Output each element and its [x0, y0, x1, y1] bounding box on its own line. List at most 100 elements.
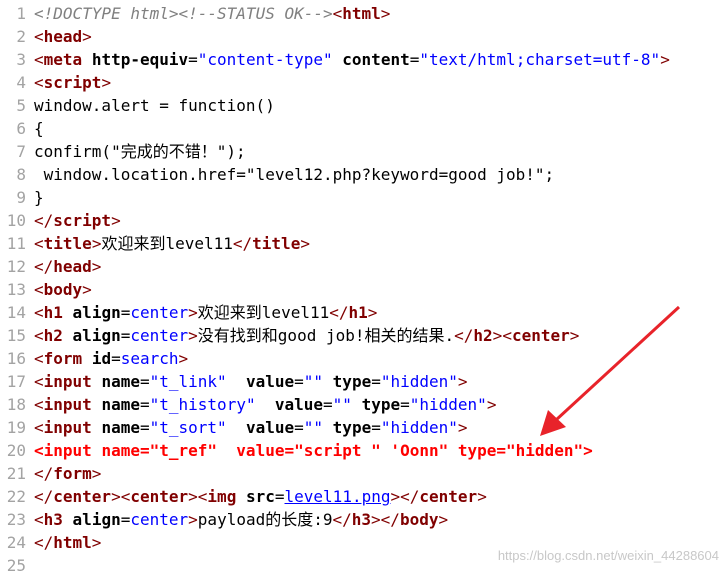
code-line: 1 <!DOCTYPE html><!--STATUS OK--><html>	[0, 2, 727, 25]
code-token: =	[120, 326, 131, 345]
code-line: 19 <input name="t_sort" value="" type="hi…	[0, 416, 727, 439]
line-number: 5	[16, 96, 26, 115]
line-number: 3	[16, 50, 26, 69]
line-number: 17	[6, 372, 26, 391]
code-token: confirm("完成的不错！");	[34, 142, 246, 161]
code-token: form	[43, 349, 83, 368]
line-code: <input name="t_link" value="" type="hidd…	[34, 370, 468, 393]
code-token: </	[34, 533, 54, 552]
line-code: </script>	[34, 209, 121, 232]
code-token: window.location.href="level12.php?keywor…	[34, 165, 555, 184]
code-line: 3 <meta http-equiv="content-type" content…	[0, 48, 727, 71]
code-line: 5 window.alert = function()	[0, 94, 727, 117]
code-line: 10 </script>	[0, 209, 727, 232]
code-token: <	[34, 510, 44, 529]
line-number: 14	[6, 303, 26, 322]
line-code: <h1 align=center>欢迎来到level11</h1>	[34, 301, 377, 324]
code-token: <	[34, 280, 44, 299]
code-token: ""	[303, 372, 324, 391]
code-token: h2	[43, 326, 63, 345]
code-token: "hidden"	[380, 372, 458, 391]
line-number: 8	[16, 165, 26, 184]
line-number: 6	[16, 119, 26, 138]
code-token: >	[477, 487, 487, 506]
code-token: h3	[43, 510, 63, 529]
line-code: <input name="t_history" value="" type="h…	[34, 393, 496, 416]
line-code: window.alert = function()	[34, 94, 275, 117]
code-token: script	[43, 73, 102, 92]
code-token: =	[323, 395, 333, 414]
code-token: center	[130, 510, 189, 529]
line-number: 22	[6, 487, 26, 506]
line-code: </head>	[34, 255, 101, 278]
code-token: h1	[348, 303, 368, 322]
code-token: h1	[43, 303, 63, 322]
line-number: 2	[16, 27, 26, 46]
code-token: <	[120, 487, 131, 506]
code-token: =	[400, 395, 410, 414]
code-token: <	[34, 27, 44, 46]
line-code: <!DOCTYPE html><!--STATUS OK--><html>	[34, 2, 390, 25]
line-code: <input name="t_ref" value="script " 'Oon…	[34, 439, 593, 462]
code-token: align	[72, 510, 121, 529]
line-code: <script>	[34, 71, 111, 94]
code-token: </	[332, 510, 352, 529]
code-token: window.alert = function()	[34, 96, 275, 115]
line-number: 21	[6, 464, 26, 483]
code-token: http-equiv	[91, 50, 189, 69]
code-token: =	[139, 372, 150, 391]
code-line: 23 <h3 align=center>payload的长度:9</h3></bo…	[0, 508, 727, 531]
code-token: >	[457, 372, 468, 391]
code-token: >	[188, 326, 198, 345]
code-token: >	[492, 326, 503, 345]
line-number: 16	[6, 349, 26, 368]
line-code: <h3 align=center>payload的长度:9</h3></body…	[34, 508, 448, 531]
line-number: 24	[6, 533, 26, 552]
code-token: =	[371, 372, 381, 391]
code-token: >	[82, 27, 92, 46]
code-token: >	[300, 234, 310, 253]
code-token: type	[457, 441, 497, 460]
code-token: value	[236, 441, 285, 460]
code-token: body	[399, 510, 439, 529]
line-number: 19	[6, 418, 26, 437]
code-token: "t_sort"	[149, 418, 227, 437]
line-number: 12	[6, 257, 26, 276]
code-editor[interactable]: 1 <!DOCTYPE html><!--STATUS OK--><html> 2 <…	[0, 0, 727, 575]
line-code: confirm("完成的不错！");	[34, 140, 246, 163]
line-number: 9	[16, 188, 26, 207]
code-token: form	[53, 464, 92, 483]
code-token: center	[130, 303, 189, 322]
code-token: "hidden"	[380, 418, 458, 437]
code-token: <	[34, 418, 44, 437]
code-token: <	[34, 50, 44, 69]
code-token: =	[409, 50, 420, 69]
code-token: head	[43, 27, 83, 46]
code-token: 欢迎来到level11	[101, 234, 233, 253]
code-token: 欢迎来到level11	[197, 303, 330, 322]
code-line: 18 <input name="t_history" value="" type=…	[0, 393, 727, 416]
code-token: value	[245, 372, 295, 391]
code-token: title	[252, 234, 301, 253]
code-token: >	[111, 211, 121, 230]
code-token: =	[294, 372, 304, 391]
code-line: 7 confirm("完成的不错！");	[0, 140, 727, 163]
code-token: "text/html;charset=utf-8"	[419, 50, 661, 69]
code-token: =	[274, 487, 285, 506]
line-code: <meta http-equiv="content-type" content=…	[34, 48, 670, 71]
code-token: center	[53, 487, 112, 506]
code-token: name	[101, 395, 140, 414]
code-line: 15 <h2 align=center>没有找到和good job!相关的结果.<…	[0, 324, 727, 347]
code-token: >	[188, 487, 198, 506]
code-token: </	[232, 234, 253, 253]
code-token: }	[34, 188, 44, 207]
code-token: {	[34, 119, 44, 138]
code-token: name	[101, 418, 140, 437]
